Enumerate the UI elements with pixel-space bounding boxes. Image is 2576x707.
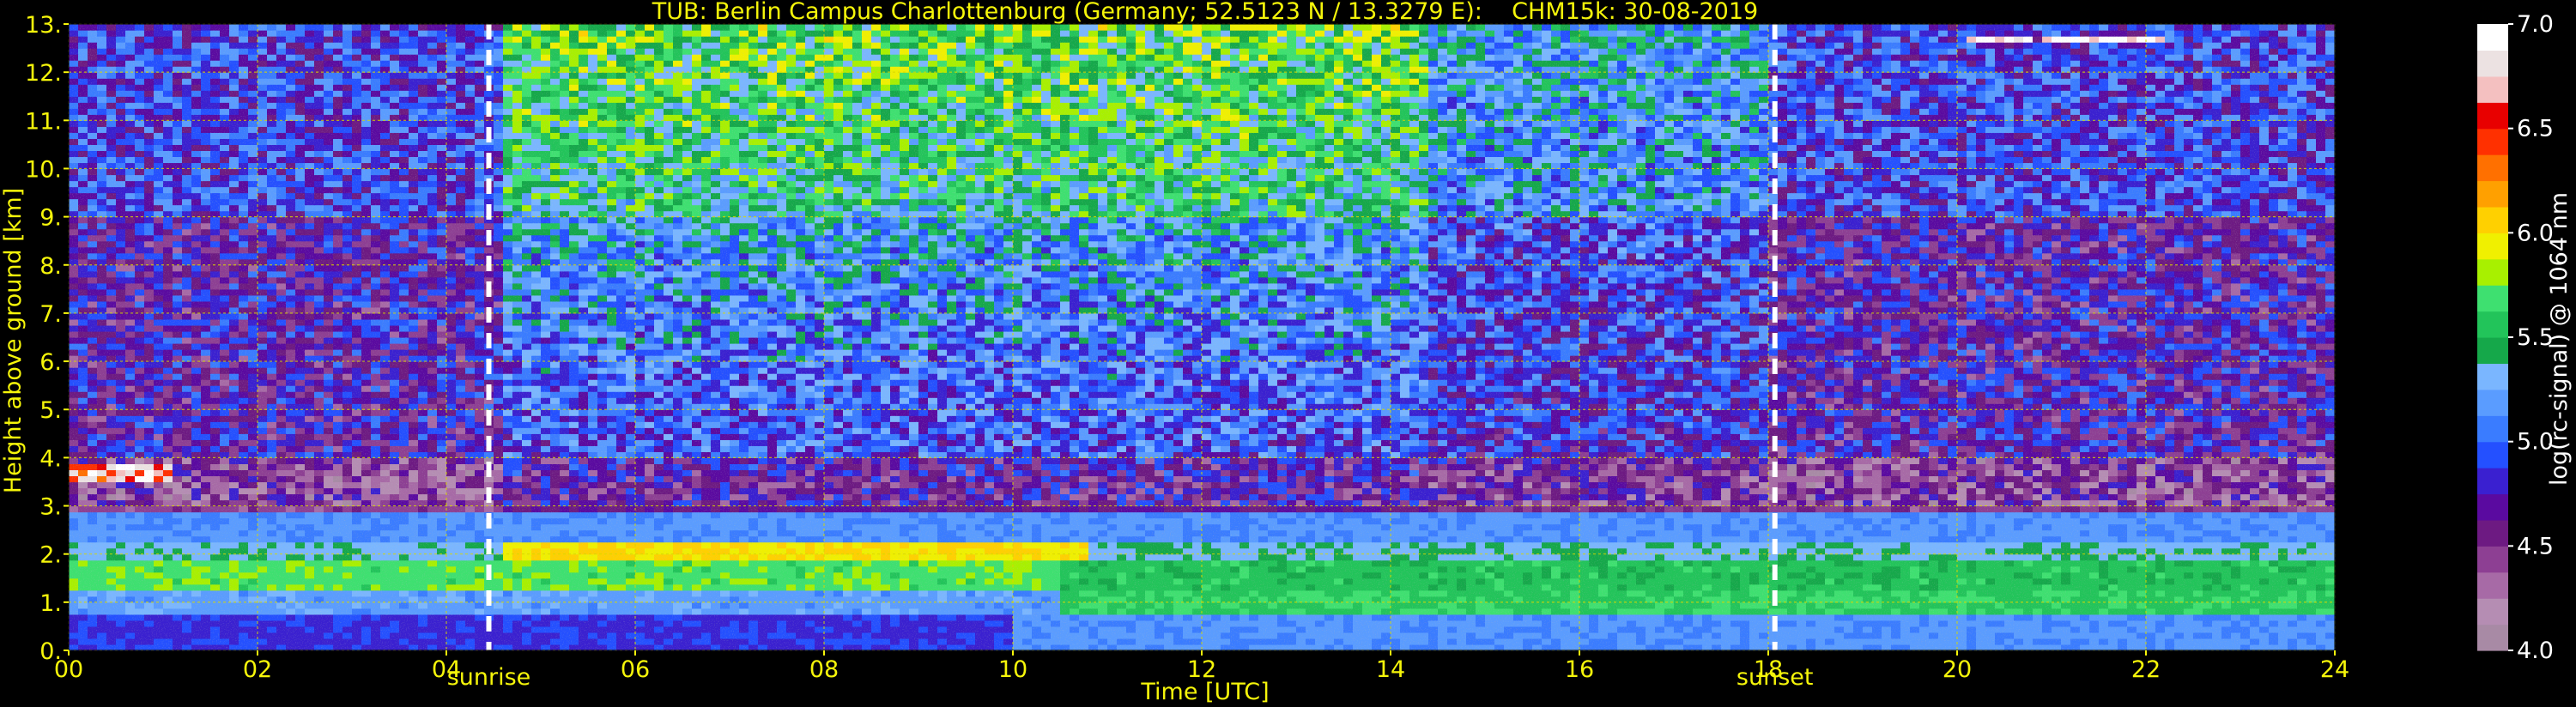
lidar-quicklook-chart: 0.1.2.3.4.5.6.7.8.9.10.11.12.13. 00 02 04 0… [0,0,2573,705]
plot-area [68,23,2336,651]
